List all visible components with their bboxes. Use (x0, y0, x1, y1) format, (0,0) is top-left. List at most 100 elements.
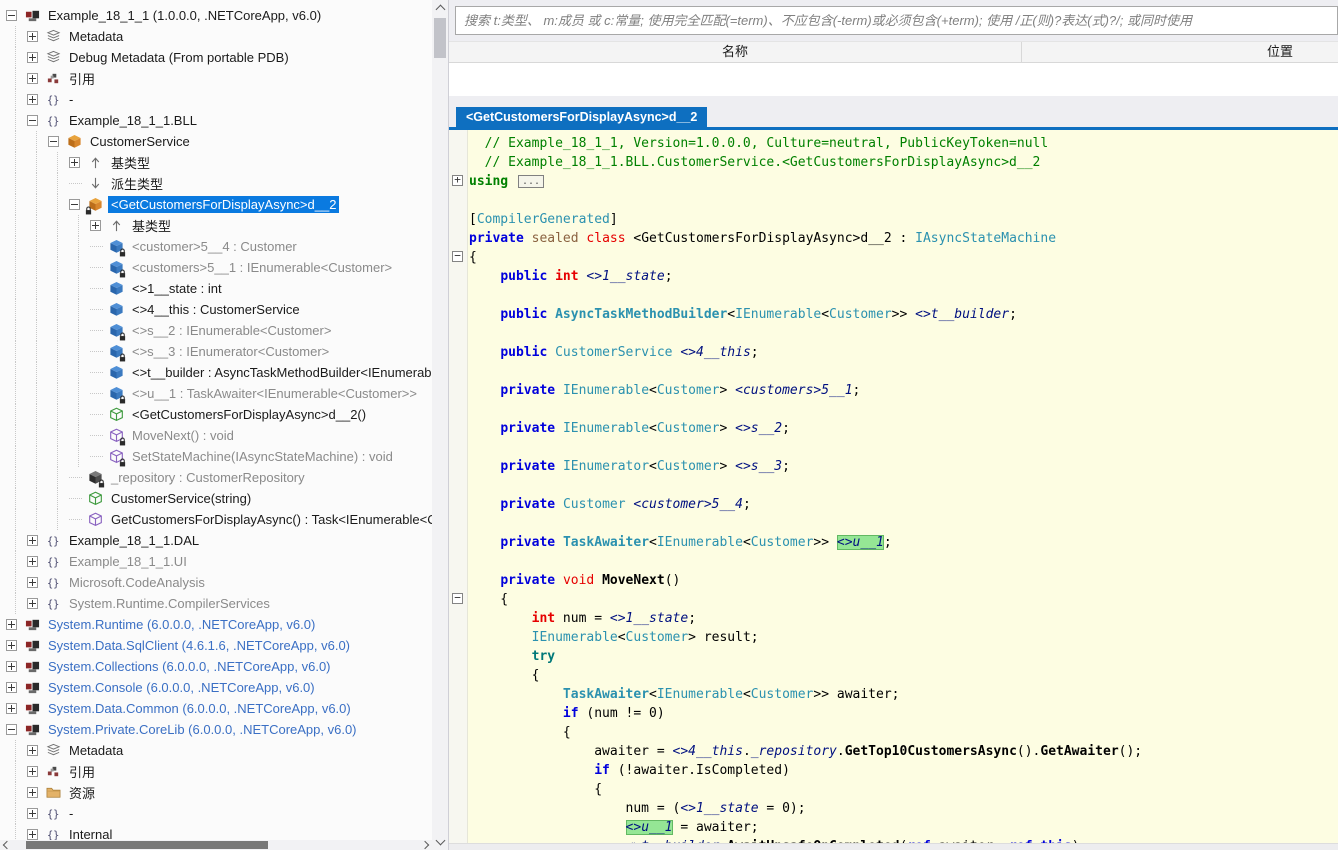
code-line[interactable] (469, 191, 1338, 210)
tree-horizontal-scrollbar[interactable] (0, 840, 432, 850)
tree-expander[interactable] (27, 94, 38, 105)
code-editor[interactable]: // Example_18_1_1, Version=1.0.0.0, Cult… (469, 134, 1338, 850)
tree-row[interactable]: <>s__2 : IEnumerable<Customer> (4, 320, 432, 341)
column-header-name[interactable]: 名称 (449, 42, 1022, 62)
search-input[interactable] (455, 6, 1338, 35)
tree-row[interactable]: 引用 (4, 68, 432, 89)
code-line[interactable]: if (num != 0) (469, 704, 1338, 723)
tree-row[interactable]: {} Example_18_1_1.BLL (4, 110, 432, 131)
scroll-down-icon[interactable] (435, 835, 446, 846)
code-line[interactable]: public AsyncTaskMethodBuilder<IEnumerabl… (469, 305, 1338, 324)
tree-row[interactable]: GetCustomersForDisplayAsync() : Task<IEn… (4, 509, 432, 530)
code-line[interactable] (469, 514, 1338, 533)
code-line[interactable]: num = (<>1__state = 0); (469, 799, 1338, 818)
tree-row[interactable]: <customers>5__1 : IEnumerable<Customer> (4, 257, 432, 278)
scroll-right-icon[interactable] (420, 840, 430, 850)
code-line[interactable]: private IEnumerable<Customer> <customers… (469, 381, 1338, 400)
code-line[interactable]: try (469, 647, 1338, 666)
code-line[interactable] (469, 438, 1338, 457)
code-line[interactable]: IEnumerable<Customer> result; (469, 628, 1338, 647)
tree-vertical-scrollbar[interactable] (432, 0, 448, 850)
column-header-location[interactable]: 位置 (1022, 42, 1338, 62)
tree-expander[interactable] (27, 52, 38, 63)
tree-expander[interactable] (27, 829, 38, 840)
tree-row[interactable]: 派生类型 (4, 173, 432, 194)
tree-row[interactable]: MoveNext() : void (4, 425, 432, 446)
tree-row[interactable]: System.Data.SqlClient (4.6.1.6, .NETCore… (4, 635, 432, 656)
tree-row[interactable]: Example_18_1_1 (1.0.0.0, .NETCoreApp, v6… (4, 5, 432, 26)
tree-expander[interactable] (27, 766, 38, 777)
tree-row[interactable]: System.Private.CoreLib (6.0.0.0, .NETCor… (4, 719, 432, 740)
tree-row[interactable]: _repository : CustomerRepository (4, 467, 432, 488)
tree-row[interactable]: System.Collections (6.0.0.0, .NETCoreApp… (4, 656, 432, 677)
tree-expander[interactable] (48, 136, 59, 147)
tree-expander[interactable] (6, 661, 17, 672)
code-line[interactable]: { (469, 248, 1338, 267)
tree-expander[interactable] (6, 682, 17, 693)
tree-expander[interactable] (6, 724, 17, 735)
code-line[interactable]: private TaskAwaiter<IEnumerable<Customer… (469, 533, 1338, 552)
code-line[interactable] (469, 476, 1338, 495)
tree-row[interactable]: System.Runtime (6.0.0.0, .NETCoreApp, v6… (4, 614, 432, 635)
tree-row[interactable]: {} Microsoft.CodeAnalysis (4, 572, 432, 593)
tree-row[interactable]: Metadata (4, 26, 432, 47)
code-line[interactable]: public CustomerService <>4__this; (469, 343, 1338, 362)
tree-hscrollbar-thumb[interactable] (26, 841, 268, 849)
code-line[interactable] (469, 324, 1338, 343)
tree-expander[interactable] (27, 31, 38, 42)
tree-expander[interactable] (27, 73, 38, 84)
code-line[interactable]: <>u__1 = awaiter; (469, 818, 1338, 837)
tree-row[interactable]: <>t__builder : AsyncTaskMethodBuilder<IE… (4, 362, 432, 383)
tree-expander[interactable] (6, 703, 17, 714)
tree-expander[interactable] (69, 199, 80, 210)
code-line[interactable]: private IEnumerator<Customer> <>s__3; (469, 457, 1338, 476)
tree-row[interactable]: CustomerService(string) (4, 488, 432, 509)
tree-expander[interactable] (27, 115, 38, 126)
code-line[interactable] (469, 286, 1338, 305)
tab-getcustomersfordisplayasync[interactable]: <GetCustomersForDisplayAsync>d__2 (456, 107, 708, 127)
tree-row[interactable]: Metadata (4, 740, 432, 761)
tree-row[interactable]: CustomerService (4, 131, 432, 152)
tree-expander[interactable] (27, 535, 38, 546)
tree-expander[interactable] (27, 577, 38, 588)
tree-row[interactable]: <>u__1 : TaskAwaiter<IEnumerable<Custome… (4, 383, 432, 404)
tree-expander[interactable] (27, 598, 38, 609)
tree-expander[interactable] (27, 745, 38, 756)
code-line[interactable]: [CompilerGenerated] (469, 210, 1338, 229)
code-line[interactable]: { (469, 590, 1338, 609)
code-line[interactable]: using ... (469, 172, 1338, 191)
code-line[interactable]: awaiter = <>4__this._repository.GetTop10… (469, 742, 1338, 761)
tree-row[interactable]: <GetCustomersForDisplayAsync>d__2() (4, 404, 432, 425)
code-line[interactable]: TaskAwaiter<IEnumerable<Customer>> await… (469, 685, 1338, 704)
tree-expander[interactable] (69, 157, 80, 168)
tree-expander[interactable] (6, 10, 17, 21)
tree-expander[interactable] (6, 619, 17, 630)
tree-row[interactable]: <>4__this : CustomerService (4, 299, 432, 320)
tree-row[interactable]: SetStateMachine(IAsyncStateMachine) : vo… (4, 446, 432, 467)
code-line[interactable]: { (469, 723, 1338, 742)
tree-expander[interactable] (27, 787, 38, 798)
code-line[interactable]: private IEnumerable<Customer> <>s__2; (469, 419, 1338, 438)
tree-row[interactable]: 基类型 (4, 152, 432, 173)
tree-row[interactable]: 引用 (4, 761, 432, 782)
code-line[interactable]: private sealed class <GetCustomersForDis… (469, 229, 1338, 248)
code-line[interactable]: private void MoveNext() (469, 571, 1338, 590)
tree-row[interactable]: {} Example_18_1_1.UI (4, 551, 432, 572)
code-line[interactable]: { (469, 666, 1338, 685)
tree-vscrollbar-thumb[interactable] (434, 18, 446, 58)
code-line[interactable] (469, 362, 1338, 381)
tree-row[interactable]: {} - (4, 89, 432, 110)
code-bottom-scrollbar[interactable] (449, 843, 1338, 850)
tree-row[interactable]: <>1__state : int (4, 278, 432, 299)
fold-toggle[interactable]: − (452, 592, 463, 604)
scroll-left-icon[interactable] (2, 840, 12, 850)
tree-row[interactable]: {} Internal (4, 824, 432, 840)
tree-row[interactable]: System.Data.Common (6.0.0.0, .NETCoreApp… (4, 698, 432, 719)
code-line[interactable]: if (!awaiter.IsCompleted) (469, 761, 1338, 780)
tree-row[interactable]: 资源 (4, 782, 432, 803)
fold-toggle[interactable]: − (452, 250, 463, 262)
tree-row[interactable]: System.Console (6.0.0.0, .NETCoreApp, v6… (4, 677, 432, 698)
code-line[interactable]: // Example_18_1_1.BLL.CustomerService.<G… (469, 153, 1338, 172)
code-line[interactable]: int num = <>1__state; (469, 609, 1338, 628)
tree-row[interactable]: Debug Metadata (From portable PDB) (4, 47, 432, 68)
